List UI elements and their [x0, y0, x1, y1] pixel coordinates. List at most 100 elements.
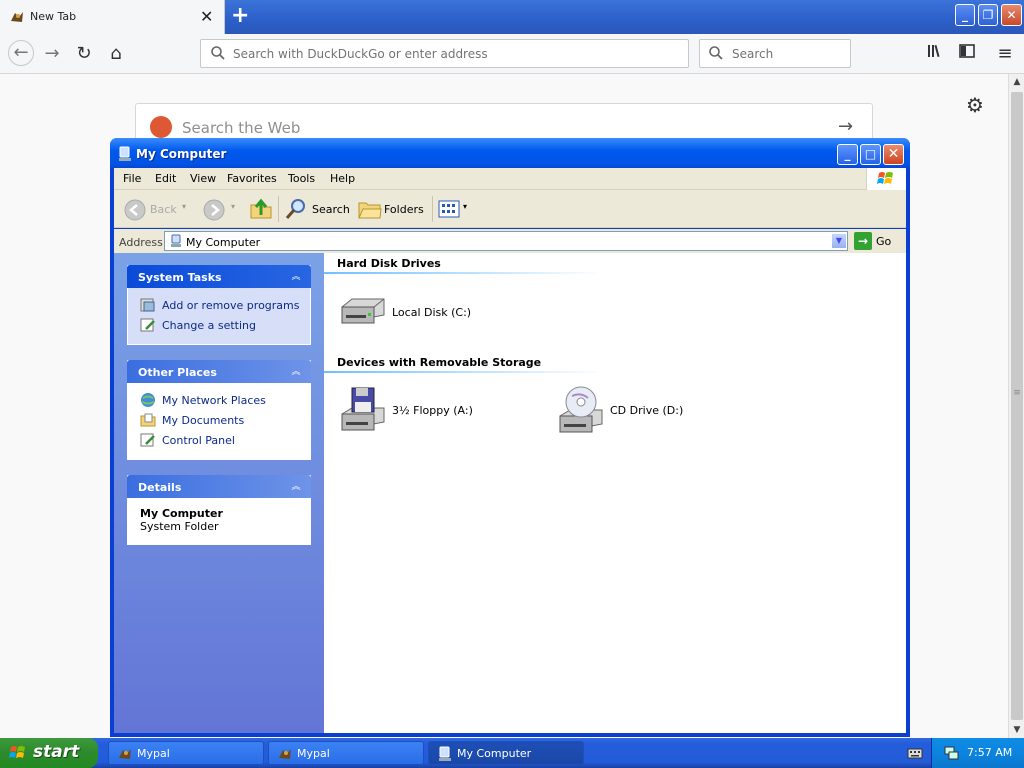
back-button-label[interactable]: Back [150, 203, 177, 216]
new-tab-plus-icon[interactable]: + [231, 3, 249, 28]
search-bar-placeholder: Search [732, 47, 774, 61]
back-circle-icon[interactable] [123, 198, 147, 222]
taskbar: start Mypal Mypal My Computer 7:57 AM [0, 738, 1024, 768]
search-submit-arrow-icon[interactable]: → [838, 116, 853, 137]
floppy-drive-icon [341, 387, 385, 431]
reload-icon[interactable]: ↻ [72, 42, 96, 66]
start-button[interactable]: start [0, 738, 98, 768]
go-arrow-icon[interactable]: → [854, 232, 872, 250]
tab-new-tab[interactable]: New Tab ✕ [0, 0, 225, 34]
library-icon[interactable] [923, 42, 947, 66]
search-icon [709, 46, 723, 60]
scroll-up-arrow-icon[interactable]: ▲ [1009, 74, 1024, 90]
nav-bar: ← → ↻ ⌂ Search with DuckDuckGo or enter … [0, 34, 1024, 74]
task-link-change-setting[interactable]: Change a setting [162, 319, 256, 332]
views-icon[interactable] [438, 200, 462, 218]
system-tasks-panel: System Tasks ︽ Add or remove programs Ch… [127, 265, 311, 345]
drive-cd-d[interactable]: CD Drive (D:) [556, 386, 756, 436]
system-tasks-title: System Tasks [138, 271, 222, 284]
newtab-search-placeholder: Search the Web [182, 119, 301, 137]
drive-label-a: 3½ Floppy (A:) [392, 404, 473, 417]
tab-close-icon[interactable]: ✕ [200, 7, 213, 26]
hard-disk-icon [341, 298, 385, 324]
drive-local-disk-c[interactable]: Local Disk (C:) [338, 293, 538, 333]
content-pane: Hard Disk Drives Local Disk (C:) Devices… [324, 253, 906, 733]
menu-edit[interactable]: Edit [155, 172, 176, 185]
collapse-chevron-icon[interactable]: ︽ [289, 269, 303, 283]
mypal-favicon-icon [11, 12, 23, 22]
menu-favorites[interactable]: Favorites [227, 172, 277, 185]
windows-logo-icon [9, 746, 25, 758]
forward-dropdown-icon[interactable]: ▾ [231, 202, 235, 211]
search-button-label[interactable]: Search [312, 203, 350, 216]
window-maximize-button[interactable]: □ [860, 144, 881, 165]
details-panel: Details ︽ My Computer System Folder [127, 475, 311, 545]
address-field[interactable]: My Computer ▼ [164, 231, 848, 251]
network-places-icon [141, 393, 155, 407]
scroll-down-arrow-icon[interactable]: ▼ [1009, 722, 1024, 738]
folders-icon[interactable] [358, 198, 382, 220]
other-places-body: My Network Places My Documents Control P… [127, 383, 311, 460]
browser-minimize-button[interactable]: _ [955, 4, 975, 26]
home-icon[interactable]: ⌂ [104, 42, 128, 66]
window-body: System Tasks ︽ Add or remove programs Ch… [114, 253, 906, 733]
network-tray-icon[interactable] [943, 745, 959, 761]
browser-close-button[interactable]: ✕ [1001, 4, 1022, 26]
taskbar-item-mypal-1[interactable]: Mypal [108, 741, 264, 765]
scrollbar-thumb[interactable]: ≡ [1011, 92, 1023, 720]
folders-button-label[interactable]: Folders [384, 203, 424, 216]
search-magnifier-icon[interactable] [284, 197, 308, 221]
my-computer-icon [439, 746, 451, 761]
group-divider [324, 272, 604, 274]
keyboard-layout-icon[interactable] [907, 745, 923, 761]
window-title: My Computer [136, 147, 227, 161]
mypal-icon [119, 749, 131, 759]
clock[interactable]: 7:57 AM [967, 746, 1012, 759]
place-link-control-panel[interactable]: Control Panel [162, 434, 235, 447]
system-tasks-header[interactable]: System Tasks ︽ [127, 265, 311, 288]
menu-bar: File Edit View Favorites Tools Help [114, 168, 906, 190]
place-link-my-documents[interactable]: My Documents [162, 414, 244, 427]
window-close-button[interactable]: ✕ [883, 144, 904, 165]
address-dropdown-icon[interactable]: ▼ [831, 233, 847, 249]
task-link-add-remove-programs[interactable]: Add or remove programs [162, 299, 300, 312]
place-link-network-places[interactable]: My Network Places [162, 394, 266, 407]
window-titlebar[interactable]: My Computer _ □ ✕ [110, 138, 910, 170]
start-label: start [33, 742, 80, 762]
menu-help[interactable]: Help [330, 172, 355, 185]
forward-circle-icon[interactable] [202, 198, 226, 222]
menu-tools[interactable]: Tools [288, 172, 315, 185]
menu-view[interactable]: View [190, 172, 216, 185]
taskbar-item-label: My Computer [457, 747, 532, 760]
details-type: System Folder [140, 520, 219, 533]
details-header[interactable]: Details ︽ [127, 475, 311, 498]
up-folder-icon[interactable] [249, 197, 273, 221]
gear-icon[interactable]: ⚙ [966, 93, 984, 117]
control-panel-icon [140, 433, 155, 447]
url-bar[interactable]: Search with DuckDuckGo or enter address [200, 39, 689, 68]
back-dropdown-icon[interactable]: ▾ [182, 202, 186, 211]
drive-floppy-a[interactable]: 3½ Floppy (A:) [338, 386, 538, 436]
hamburger-menu-icon[interactable]: ≡ [993, 42, 1017, 66]
tab-strip: New Tab ✕ + _ ❐ ✕ [0, 0, 1024, 34]
collapse-chevron-icon[interactable]: ︽ [289, 364, 303, 378]
toolbar-separator [278, 196, 279, 222]
other-places-header[interactable]: Other Places ︽ [127, 360, 311, 383]
my-computer-window: My Computer _ □ ✕ File Edit View Favorit… [110, 138, 910, 737]
page-scrollbar[interactable]: ▲ ≡ ▼ [1008, 74, 1024, 738]
standard-toolbar: Back ▾ ▾ Search Folders ▾ [114, 190, 906, 228]
menu-file[interactable]: File [123, 172, 141, 185]
add-remove-programs-icon [140, 298, 155, 312]
back-arrow-icon[interactable]: ← [8, 40, 34, 66]
forward-arrow-icon[interactable]: → [40, 42, 64, 66]
browser-restore-button[interactable]: ❐ [978, 4, 998, 26]
search-bar[interactable]: Search [699, 39, 851, 68]
sidebar-toggle-icon[interactable] [955, 42, 979, 66]
go-button-label[interactable]: Go [876, 235, 891, 248]
collapse-chevron-icon[interactable]: ︽ [289, 479, 303, 493]
taskbar-item-my-computer[interactable]: My Computer [428, 741, 584, 765]
views-dropdown-icon[interactable]: ▾ [463, 202, 467, 211]
task-pane: System Tasks ︽ Add or remove programs Ch… [114, 253, 324, 733]
taskbar-item-mypal-2[interactable]: Mypal [268, 741, 424, 765]
window-minimize-button[interactable]: _ [837, 144, 858, 165]
